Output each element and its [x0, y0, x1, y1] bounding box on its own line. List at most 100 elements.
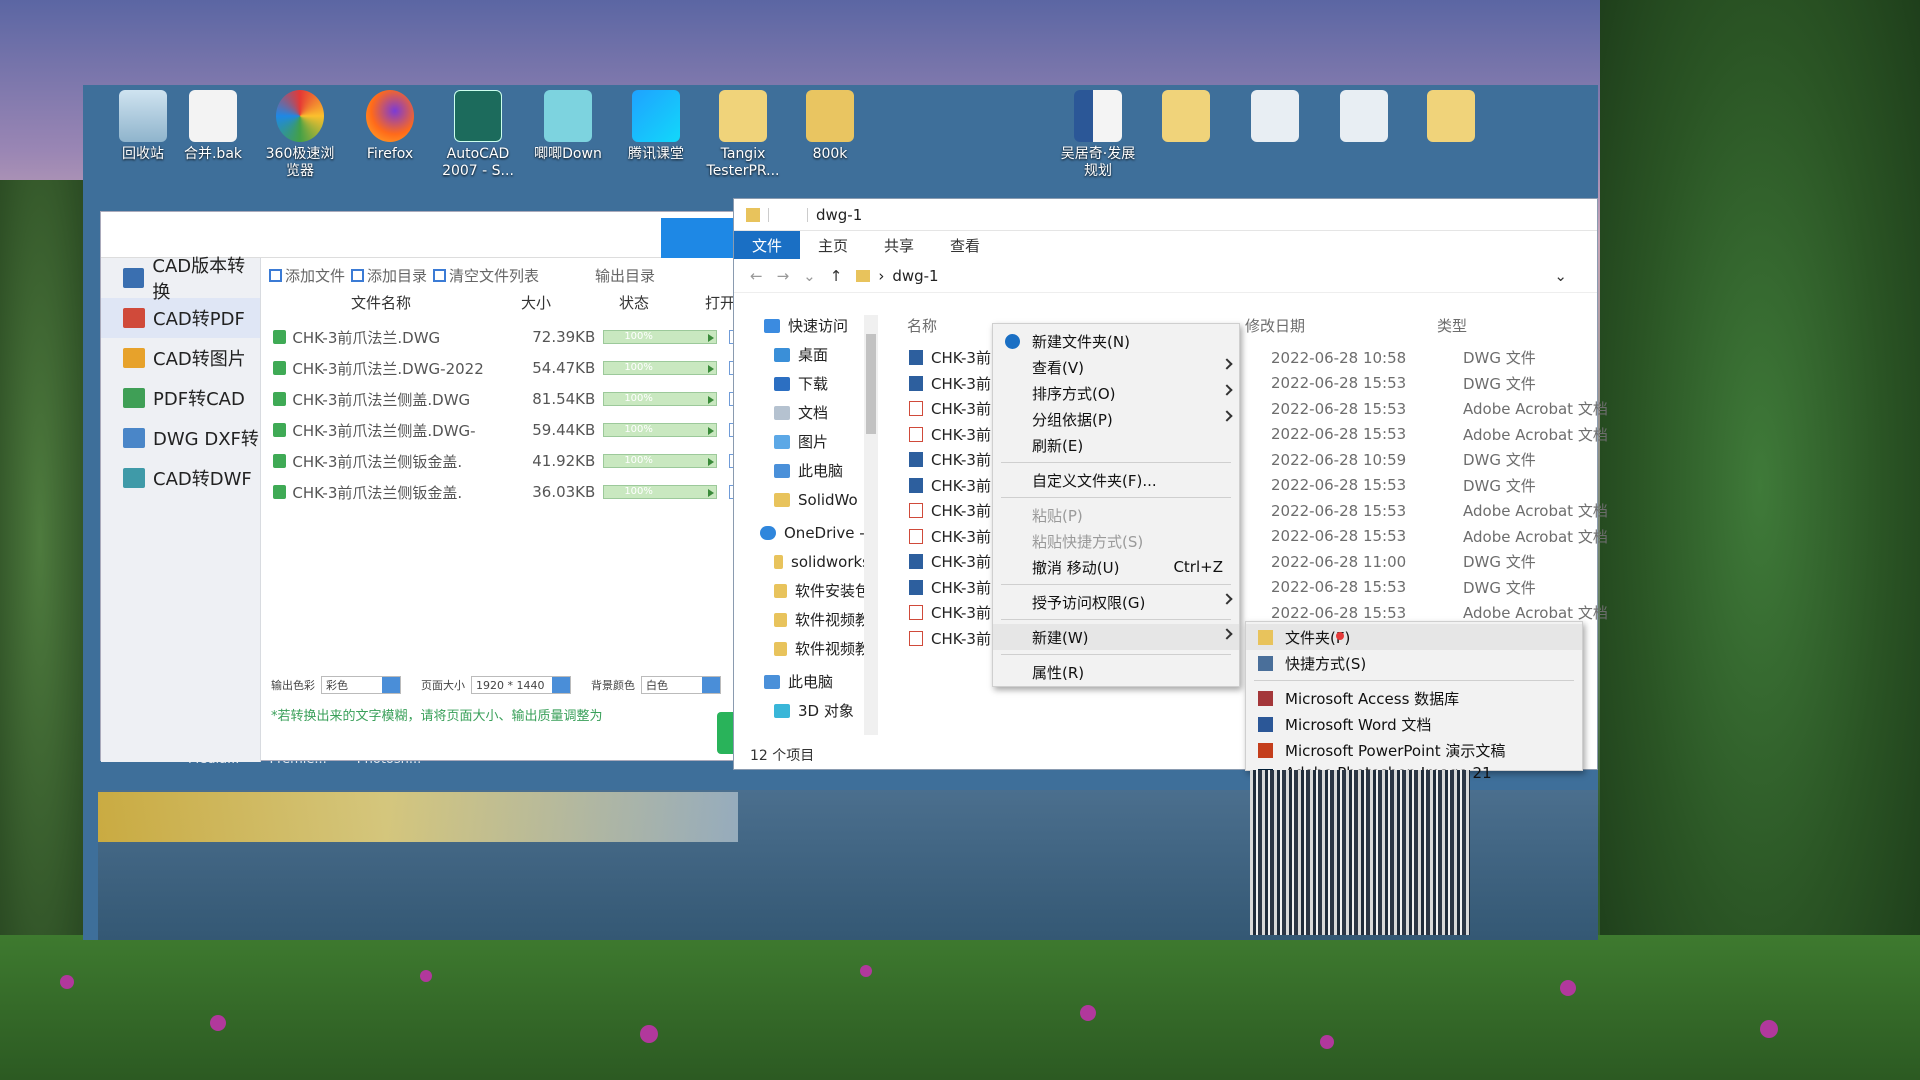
tab-share[interactable]: 共享 — [866, 231, 932, 259]
file-row[interactable]: CHK-3前爪法兰侧盖.DWG- 59.44KB 100% — [269, 415, 741, 445]
background-color-select[interactable]: 白色 — [641, 676, 721, 694]
desktop-icon-tencent-class[interactable]: 腾讯课堂 — [616, 90, 696, 163]
menu-item-label: 自定义文件夹(F)... — [1032, 471, 1157, 490]
submenu-item-word[interactable]: Microsoft Word 文档 — [1246, 711, 1582, 737]
column-header-name: 文件名称 — [351, 294, 412, 312]
nav-item-onedrive[interactable]: OneDrive - — [734, 518, 870, 547]
file-type: DWG 文件 — [1463, 451, 1536, 470]
menu-item-grant-access[interactable]: 授予访问权限(G) — [993, 589, 1239, 615]
color-select[interactable]: 彩色 — [321, 676, 401, 694]
sidebar-item-dwg-dxf[interactable]: DWG DXF转 — [101, 418, 260, 458]
nav-item-3d-objects[interactable]: 3D 对象 — [734, 696, 870, 725]
nav-item-solidworks[interactable]: SolidWo — [734, 485, 870, 514]
desktop-icon-folder[interactable] — [1411, 90, 1491, 146]
desktop-icon-800k[interactable]: 800k — [790, 90, 870, 163]
nav-scrollbar-thumb[interactable] — [866, 334, 876, 434]
chevron-down-icon — [382, 677, 400, 693]
up-arrow-icon[interactable]: ↑ — [830, 267, 843, 285]
desktop-icon-tangix[interactable]: Tangix TesterPR... — [703, 90, 783, 180]
nav-item-software-video-1[interactable]: 软件视频教 — [734, 605, 870, 634]
folder-icon — [774, 492, 790, 507]
file-size: 81.54KB — [532, 390, 596, 408]
menu-item-properties[interactable]: 属性(R) — [993, 659, 1239, 685]
address-dropdown-icon[interactable]: ⌄ — [1554, 267, 1567, 285]
nav-item-pictures[interactable]: 图片 — [734, 427, 870, 456]
tab-view[interactable]: 查看 — [932, 231, 998, 259]
file-row[interactable]: CHK-3前爪法兰.DWG 72.39KB 100% — [269, 322, 741, 352]
submenu-item-shortcut[interactable]: 快捷方式(S) — [1246, 650, 1582, 676]
clear-list-button[interactable]: 清空文件列表 — [433, 265, 539, 286]
file-date: 2022-06-28 10:59 — [1271, 450, 1407, 469]
column-name[interactable]: 名称 — [907, 315, 937, 336]
file-row[interactable]: CHK-3前爪法兰.DWG-2022 54.47KB 100% — [269, 353, 741, 383]
output-directory-label: 输出目录 — [595, 266, 656, 285]
submenu-item-powerpoint[interactable]: Microsoft PowerPoint 演示文稿 — [1246, 737, 1582, 763]
menu-item-group[interactable]: 分组依据(P) — [993, 406, 1239, 432]
file-table-header: 文件名称 大小 状态 打开 — [269, 292, 741, 316]
output-directory-button[interactable]: 输出目录 — [595, 265, 655, 286]
sidebar-item-pdf-to-cad[interactable]: PDF转CAD — [101, 378, 260, 418]
desktop-icon-jijidown[interactable]: 唧唧Down — [528, 90, 608, 163]
nav-item-downloads[interactable]: 下载 — [734, 369, 870, 398]
file-row[interactable]: CHK-3前爪法兰侧钣金盖. 36.03KB 100% — [269, 477, 741, 507]
chevron-down-icon — [702, 677, 720, 693]
menu-item-label: 撤消 移动(U) — [1032, 558, 1120, 577]
desktop-icon-autocad[interactable]: AutoCAD 2007 - S... — [438, 90, 518, 180]
add-file-button[interactable]: 添加文件 — [269, 265, 345, 286]
sidebar-item-cad-to-image[interactable]: CAD转图片 — [101, 338, 260, 378]
forward-arrow-icon[interactable]: → — [777, 267, 790, 285]
menu-item-new-folder[interactable]: 新建文件夹(N) — [993, 328, 1239, 354]
nav-item-software-install[interactable]: 软件安装包 — [734, 576, 870, 605]
desktop-icon-bak-file[interactable]: 合并.bak — [173, 90, 253, 163]
file-row[interactable]: CHK-3前爪法兰侧盖.DWG 81.54KB 100% — [269, 384, 741, 414]
desktop-icon-folder[interactable] — [1146, 90, 1226, 146]
sidebar-item-cad-version[interactable]: CAD版本转换 — [101, 256, 260, 303]
file-name: CHK-3前爪法兰侧钣金盖. — [292, 452, 463, 471]
chevron-down-icon[interactable]: ⌄ — [803, 267, 816, 285]
sidebar-item-cad-to-pdf[interactable]: CAD转PDF — [101, 298, 260, 338]
nav-item-this-pc-root[interactable]: 此电脑 — [734, 667, 870, 696]
desktop-icon-file[interactable] — [1324, 90, 1404, 146]
nav-item-software-video-2[interactable]: 软件视频教 — [734, 634, 870, 663]
menu-item-view[interactable]: 查看(V) — [993, 354, 1239, 380]
nav-item-documents[interactable]: 文档 — [734, 398, 870, 427]
nav-item-this-pc[interactable]: 此电脑 — [734, 456, 870, 485]
jijidown-icon — [544, 90, 592, 142]
add-directory-button[interactable]: 添加目录 — [351, 265, 427, 286]
page-size-select[interactable]: 1920 * 1440 — [471, 676, 571, 694]
tab-home[interactable]: 主页 — [800, 231, 866, 259]
file-date: 2022-06-28 10:58 — [1271, 348, 1407, 367]
menu-item-paste[interactable]: 粘贴(P) — [993, 502, 1239, 528]
shortcut-icon — [1258, 656, 1273, 671]
tab-file[interactable]: 文件 — [734, 231, 801, 259]
desktop-icon-recycle-bin[interactable]: 回收站 — [103, 90, 183, 163]
submenu-item-folder[interactable]: 文件夹(F) — [1246, 624, 1582, 650]
menu-item-new[interactable]: 新建(W) — [993, 624, 1239, 650]
back-arrow-icon[interactable]: ← — [750, 267, 763, 285]
file-date: 2022-06-28 15:53 — [1271, 399, 1407, 418]
dwf-icon — [123, 468, 145, 488]
quick-access-toolbar[interactable] — [768, 207, 808, 222]
menu-item-paste-shortcut[interactable]: 粘贴快捷方式(S) — [993, 528, 1239, 554]
nav-item-label: SolidWo — [798, 490, 858, 509]
column-date[interactable]: 修改日期 — [1245, 315, 1305, 336]
menu-item-sort[interactable]: 排序方式(O) — [993, 380, 1239, 406]
column-type[interactable]: 类型 — [1437, 315, 1467, 336]
submenu-item-access[interactable]: Microsoft Access 数据库 — [1246, 685, 1582, 711]
file-row[interactable]: CHK-3前爪法兰侧钣金盖. 41.92KB 100% — [269, 446, 741, 476]
nav-item-solidworks-folder[interactable]: solidworks — [734, 547, 870, 576]
menu-item-refresh[interactable]: 刷新(E) — [993, 432, 1239, 458]
file-name: CHK-3前爪法兰.DWG — [292, 328, 441, 347]
breadcrumb[interactable]: › dwg-1 — [856, 267, 939, 285]
nav-item-quick-access[interactable]: 快速访问 — [734, 311, 870, 340]
desktop-icon-word-doc[interactable]: 吴居奇·发展规划 — [1058, 90, 1138, 180]
desktop-icon-360-browser[interactable]: 360极速浏览器 — [260, 90, 340, 180]
menu-item-undo-move[interactable]: 撤消 移动(U) Ctrl+Z — [993, 554, 1239, 580]
desktop-icon-file[interactable] — [1235, 90, 1315, 146]
menu-item-customize-folder[interactable]: 自定义文件夹(F)... — [993, 467, 1239, 493]
file-icon — [189, 90, 237, 142]
sidebar-item-cad-to-dwf[interactable]: CAD转DWF — [101, 458, 260, 498]
menu-item-label: 新建(W) — [1032, 628, 1089, 647]
nav-item-desktop[interactable]: 桌面 — [734, 340, 870, 369]
desktop-icon-firefox[interactable]: Firefox — [350, 90, 430, 163]
